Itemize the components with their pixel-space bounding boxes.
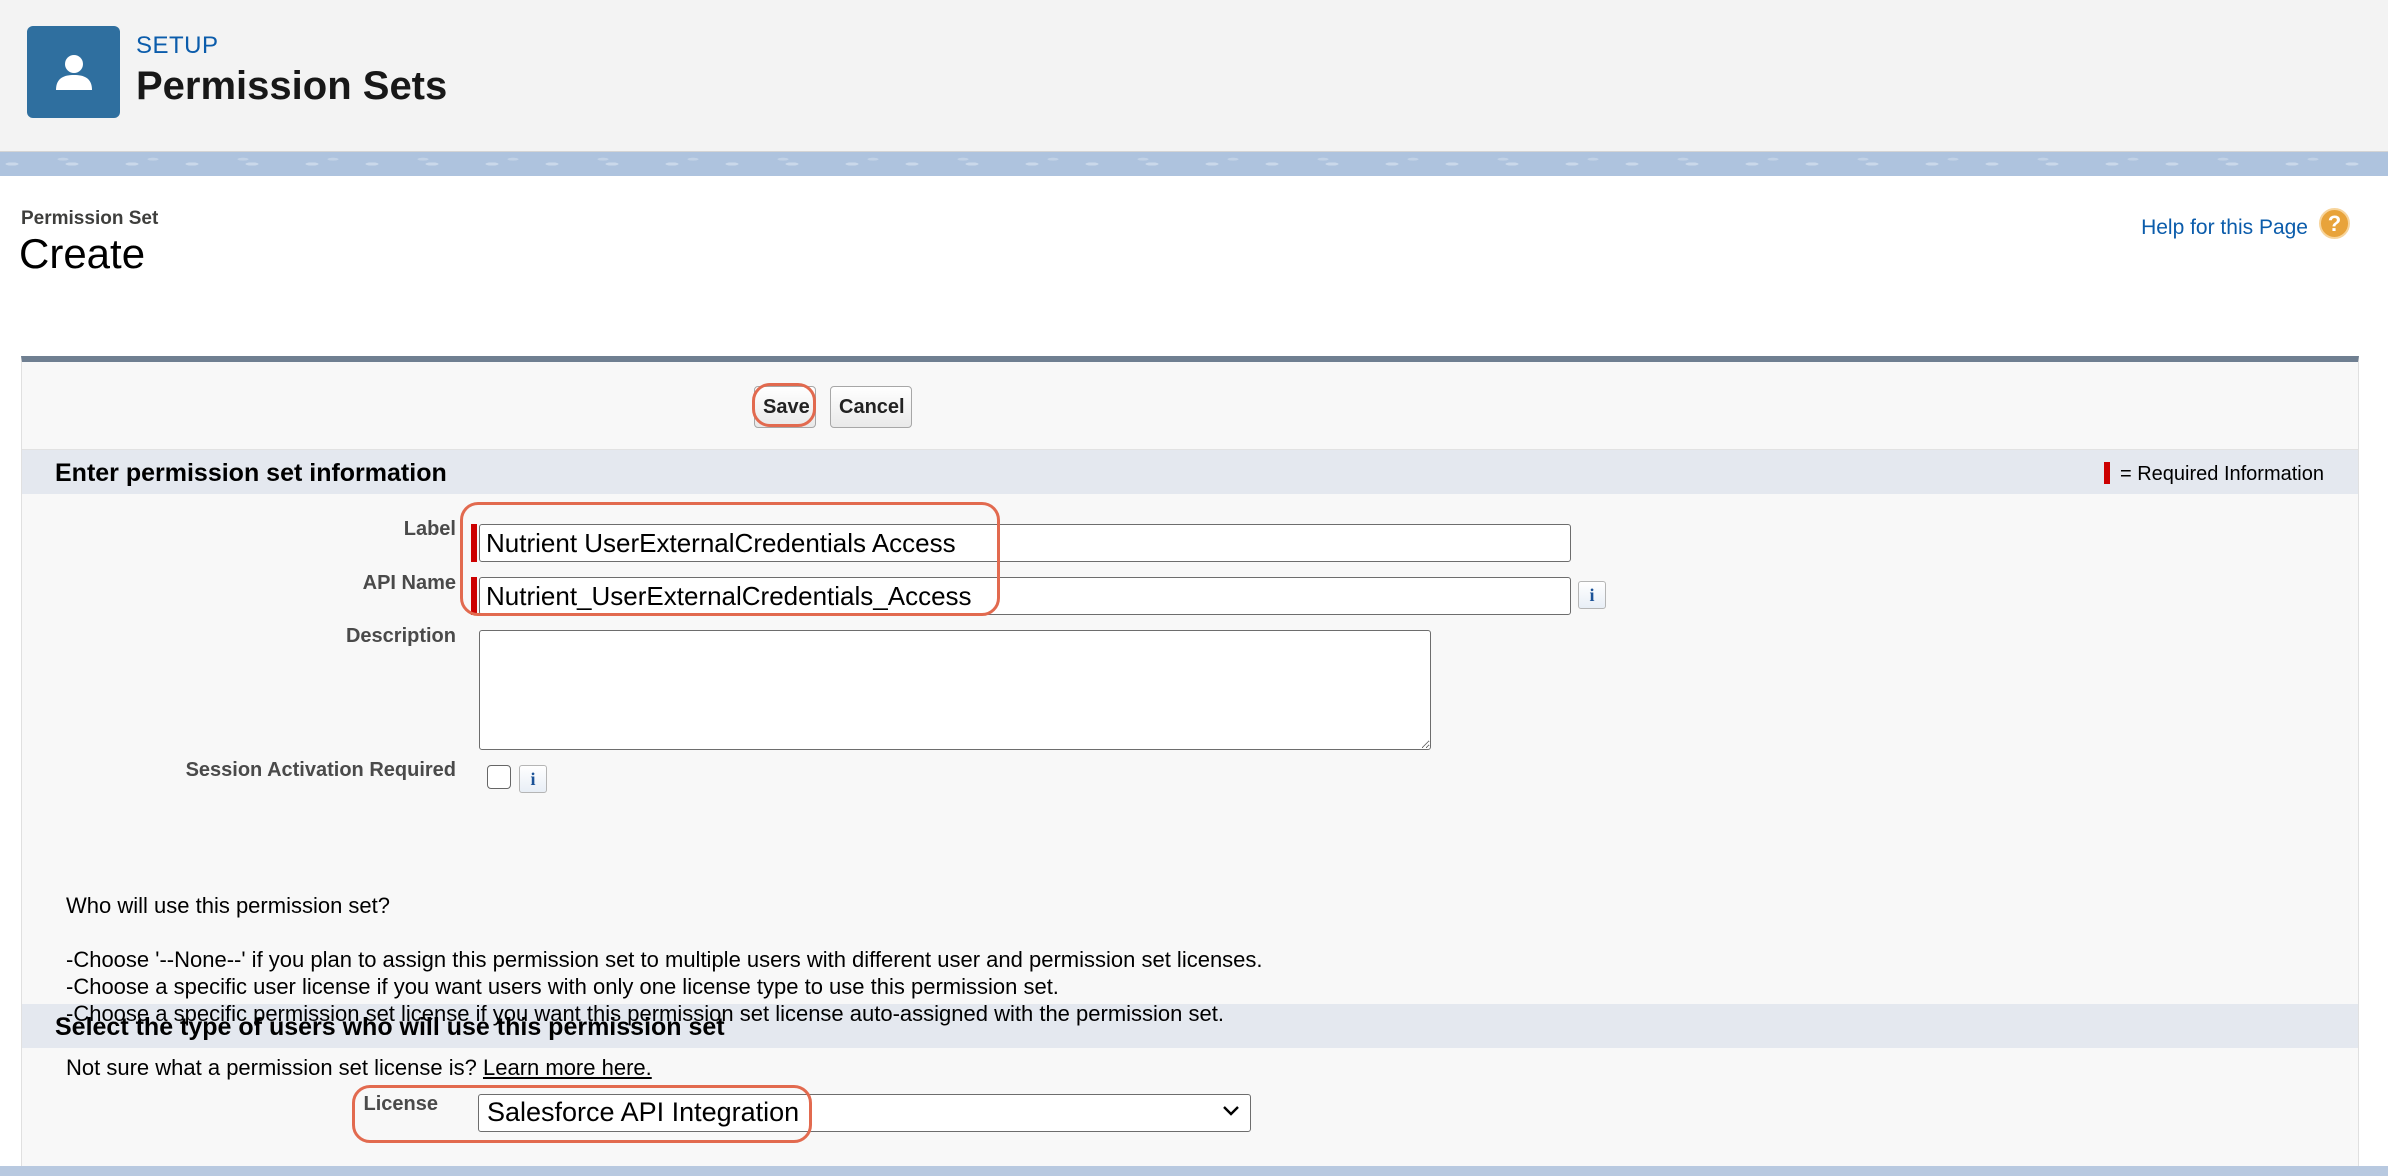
license-select[interactable]: Salesforce API Integration (478, 1094, 1251, 1132)
button-row: Save Cancel (22, 362, 2358, 450)
required-marker (471, 524, 477, 562)
section-title: Enter permission set information (55, 459, 447, 487)
users-bullet-2: -Choose a specific user license if you w… (66, 974, 1059, 999)
main-panel: Permission Set Create Help for this Page… (0, 176, 2388, 1166)
header-title: Permission Sets (136, 64, 448, 108)
user-icon (27, 26, 120, 118)
setup-link[interactable]: SETUP (136, 32, 219, 60)
required-marker (2103, 462, 2110, 484)
required-legend: = Required Information (2103, 462, 2324, 486)
api-name-field-label: API Name (362, 572, 456, 594)
license-selected-value: Salesforce API Integration (487, 1097, 800, 1127)
users-question: Who will use this permission set? (66, 893, 391, 918)
chevron-down-icon (1223, 1106, 1239, 1116)
info-icon[interactable]: i (519, 765, 547, 793)
description-textarea[interactable] (479, 630, 1431, 750)
save-button[interactable]: Save (754, 386, 816, 428)
license-field-label: License (363, 1093, 438, 1115)
info-icon[interactable]: i (1578, 581, 1606, 609)
setup-header: SETUP Permission Sets (0, 0, 2388, 152)
decorative-band (0, 152, 2388, 176)
required-legend-text: = Required Information (2119, 463, 2324, 485)
description-field-label: Description (345, 625, 456, 647)
not-sure-text: Not sure what a permission set license i… (66, 1055, 477, 1080)
api-name-input[interactable] (479, 577, 1571, 615)
license-help-text: Not sure what a permission set license i… (66, 1054, 652, 1081)
page-subtitle: Permission Set (21, 208, 159, 229)
permission-set-form: Save Cancel Enter permission set informa… (21, 356, 2359, 1166)
cancel-button[interactable]: Cancel (830, 386, 912, 428)
session-activation-checkbox[interactable] (487, 765, 511, 789)
bottom-strip (0, 1166, 2388, 1176)
page-title: Create (19, 230, 146, 277)
required-marker (471, 577, 477, 615)
question-icon[interactable]: ? (2319, 208, 2350, 239)
help-link[interactable]: Help for this Page (2141, 216, 2308, 240)
users-bullet-1: -Choose '--None--' if you plan to assign… (66, 947, 1263, 972)
label-field-label: Label (403, 518, 456, 540)
label-input[interactable] (479, 524, 1571, 562)
session-activation-label: Session Activation Required (185, 759, 456, 781)
users-bullet-3: -Choose a specific permission set licens… (66, 1001, 1224, 1026)
section-header-info: Enter permission set information = Requi… (22, 450, 2358, 494)
learn-more-link[interactable]: Learn more here. (483, 1055, 652, 1080)
